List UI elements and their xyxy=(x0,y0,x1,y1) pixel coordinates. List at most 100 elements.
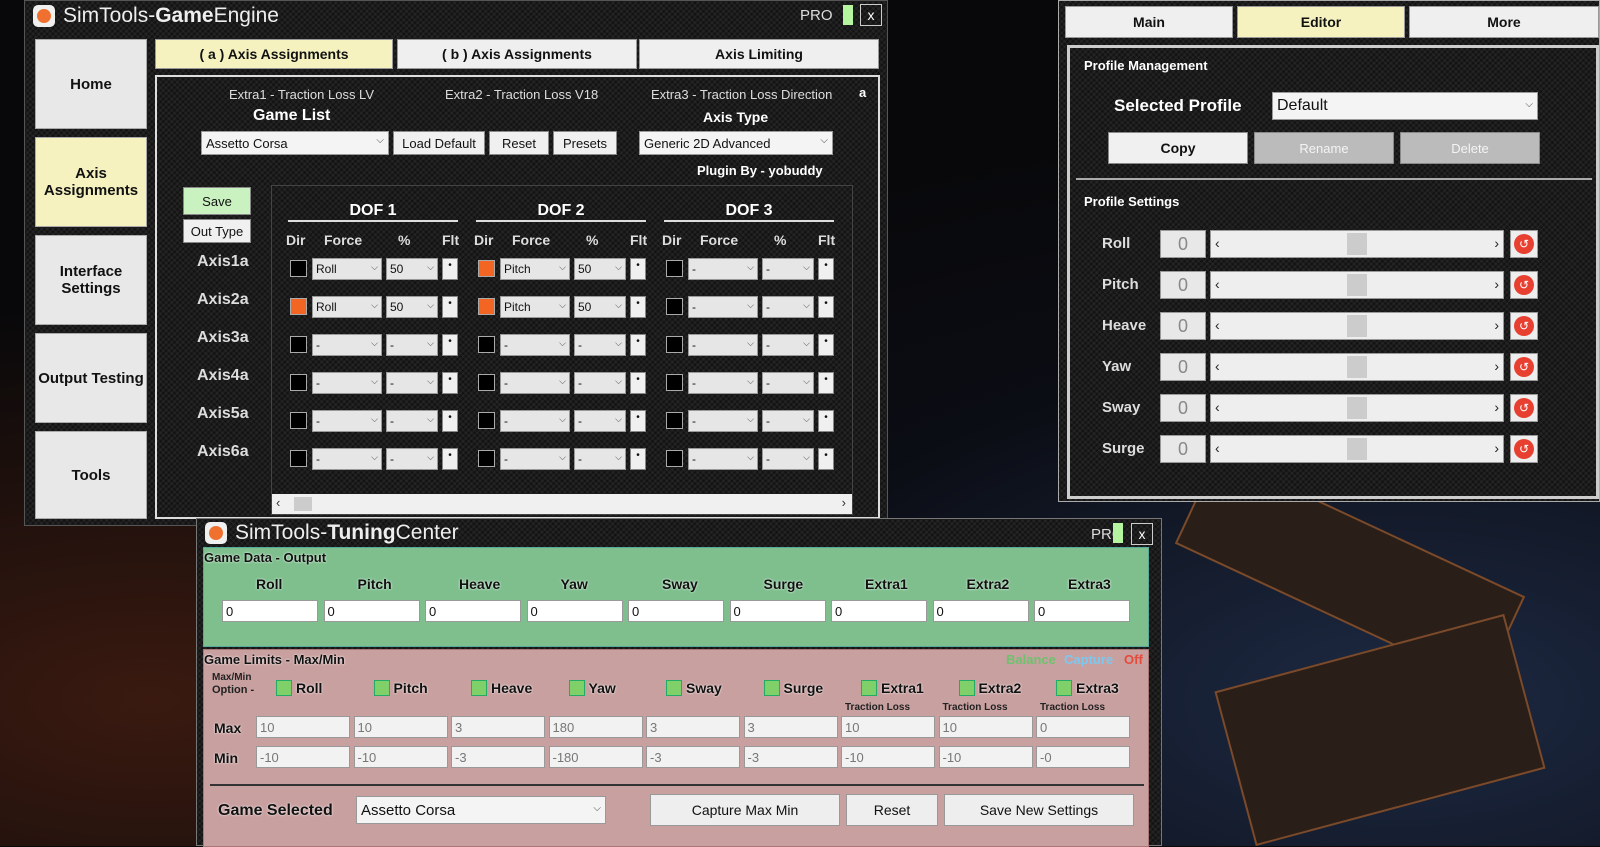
limit-max-field[interactable]: 180 xyxy=(548,716,643,738)
percent-select[interactable]: - ⌵ xyxy=(762,334,814,356)
dir-checkbox[interactable] xyxy=(290,374,307,391)
slider-right-arrow-icon[interactable]: › xyxy=(1494,317,1499,333)
slider-value[interactable]: 0 xyxy=(1160,271,1206,299)
slider-right-arrow-icon[interactable]: › xyxy=(1494,358,1499,374)
save-button[interactable]: Save xyxy=(183,187,251,215)
slider-value[interactable]: 0 xyxy=(1160,353,1206,381)
nav-tools[interactable]: Tools xyxy=(35,431,147,519)
filter-button[interactable]: • xyxy=(442,258,458,280)
slider-reset-button[interactable]: ↺ xyxy=(1510,353,1538,381)
output-field[interactable]: 0 xyxy=(729,600,826,622)
dir-checkbox[interactable] xyxy=(666,298,683,315)
limit-min-field[interactable]: -3 xyxy=(743,746,838,768)
output-field[interactable]: 0 xyxy=(222,600,318,622)
dir-checkbox[interactable] xyxy=(666,336,683,353)
tab-b-axis-assignments[interactable]: ( b ) Axis Assignments xyxy=(397,39,637,69)
limit-max-field[interactable]: 10 xyxy=(938,716,1033,738)
tab-axis-limiting[interactable]: Axis Limiting xyxy=(639,39,879,69)
output-field[interactable]: 0 xyxy=(526,600,623,622)
filter-button[interactable]: • xyxy=(442,296,458,318)
output-field[interactable]: 0 xyxy=(1034,600,1130,622)
percent-select[interactable]: 50 ⌵ xyxy=(386,296,438,318)
force-select[interactable]: - ⌵ xyxy=(688,334,758,356)
limit-checkbox[interactable] xyxy=(958,680,975,696)
filter-button[interactable]: • xyxy=(818,296,834,318)
close-button[interactable]: x xyxy=(1131,523,1153,545)
output-field[interactable]: 0 xyxy=(932,600,1029,622)
slider-reset-button[interactable]: ↺ xyxy=(1510,435,1538,463)
limit-min-field[interactable]: -3 xyxy=(451,746,545,768)
percent-select[interactable]: - ⌵ xyxy=(574,448,626,470)
filter-button[interactable]: • xyxy=(442,410,458,432)
filter-button[interactable]: • xyxy=(442,334,458,356)
filter-button[interactable]: • xyxy=(630,372,646,394)
slider-right-arrow-icon[interactable]: › xyxy=(1494,440,1499,456)
dir-checkbox[interactable] xyxy=(478,260,495,277)
slider-value[interactable]: 0 xyxy=(1160,230,1206,258)
slider-thumb[interactable] xyxy=(1347,438,1367,460)
limit-checkbox[interactable] xyxy=(471,680,487,696)
copy-button[interactable]: Copy xyxy=(1108,132,1248,164)
limit-checkbox[interactable] xyxy=(763,680,780,696)
output-field[interactable]: 0 xyxy=(831,600,927,622)
dir-checkbox[interactable] xyxy=(478,298,495,315)
percent-select[interactable]: - ⌵ xyxy=(762,296,814,318)
slider-reset-button[interactable]: ↺ xyxy=(1510,271,1538,299)
slider-left-arrow-icon[interactable]: ‹ xyxy=(1215,235,1220,251)
slider-right-arrow-icon[interactable]: › xyxy=(1494,276,1499,292)
slider-track[interactable]: ‹ › xyxy=(1210,435,1504,463)
slider-track[interactable]: ‹ › xyxy=(1210,230,1504,258)
force-select[interactable]: - ⌵ xyxy=(688,258,758,280)
percent-select[interactable]: 50 ⌵ xyxy=(386,258,438,280)
limit-min-field[interactable]: -10 xyxy=(256,746,350,768)
slider-left-arrow-icon[interactable]: ‹ xyxy=(1215,317,1220,333)
slider-left-arrow-icon[interactable]: ‹ xyxy=(1215,276,1220,292)
scrollbar-thumb[interactable] xyxy=(294,497,312,511)
slider-track[interactable]: ‹ › xyxy=(1210,271,1504,299)
limit-min-field[interactable]: -180 xyxy=(548,746,643,768)
filter-button[interactable]: • xyxy=(442,448,458,470)
force-select[interactable]: - ⌵ xyxy=(312,410,382,432)
slider-value[interactable]: 0 xyxy=(1160,394,1206,422)
slider-reset-button[interactable]: ↺ xyxy=(1510,394,1538,422)
tab-main[interactable]: Main xyxy=(1065,6,1233,38)
axis-type-select[interactable]: Generic 2D Advanced ⌵ xyxy=(639,131,833,155)
slider-left-arrow-icon[interactable]: ‹ xyxy=(1215,358,1220,374)
nav-home[interactable]: Home xyxy=(35,39,147,129)
dir-checkbox[interactable] xyxy=(290,412,307,429)
slider-right-arrow-icon[interactable]: › xyxy=(1494,399,1499,415)
slider-thumb[interactable] xyxy=(1347,397,1367,419)
slider-thumb[interactable] xyxy=(1347,315,1367,337)
selected-profile-select[interactable]: Default ⌵ xyxy=(1272,92,1538,120)
dir-checkbox[interactable] xyxy=(290,450,307,467)
percent-select[interactable]: - ⌵ xyxy=(574,410,626,432)
slider-right-arrow-icon[interactable]: › xyxy=(1494,235,1499,251)
filter-button[interactable]: • xyxy=(630,448,646,470)
filter-button[interactable]: • xyxy=(818,410,834,432)
force-select[interactable]: - ⌵ xyxy=(500,410,570,432)
percent-select[interactable]: - ⌵ xyxy=(386,448,438,470)
dir-checkbox[interactable] xyxy=(478,374,495,391)
percent-select[interactable]: - ⌵ xyxy=(574,372,626,394)
force-select[interactable]: - ⌵ xyxy=(500,334,570,356)
force-select[interactable]: Pitch ⌵ xyxy=(500,296,570,318)
filter-button[interactable]: • xyxy=(818,258,834,280)
limit-checkbox[interactable] xyxy=(1056,680,1072,696)
force-select[interactable]: - ⌵ xyxy=(688,372,758,394)
percent-select[interactable]: - ⌵ xyxy=(386,410,438,432)
force-select[interactable]: - ⌵ xyxy=(688,448,758,470)
force-select[interactable]: - ⌵ xyxy=(312,372,382,394)
force-select[interactable]: - ⌵ xyxy=(312,448,382,470)
percent-select[interactable]: - ⌵ xyxy=(386,334,438,356)
filter-button[interactable]: • xyxy=(630,296,646,318)
slider-value[interactable]: 0 xyxy=(1160,435,1206,463)
slider-track[interactable]: ‹ › xyxy=(1210,353,1504,381)
percent-select[interactable]: - ⌵ xyxy=(762,372,814,394)
dir-checkbox[interactable] xyxy=(478,412,495,429)
horizontal-scrollbar[interactable]: ‹ › xyxy=(272,494,852,514)
filter-button[interactable]: • xyxy=(818,334,834,356)
dir-checkbox[interactable] xyxy=(666,450,683,467)
percent-select[interactable]: - ⌵ xyxy=(762,258,814,280)
tab-more[interactable]: More xyxy=(1409,6,1599,38)
limit-max-field[interactable]: 3 xyxy=(451,716,545,738)
